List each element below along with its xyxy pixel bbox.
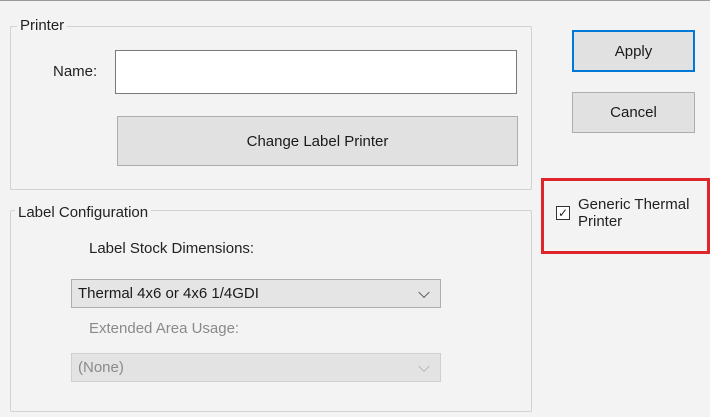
generic-thermal-printer-checkbox[interactable]: ✓	[556, 206, 570, 220]
extended-area-usage-select[interactable]: (None)	[71, 353, 441, 382]
name-label: Name:	[53, 63, 98, 80]
cancel-button[interactable]: Cancel	[572, 92, 695, 133]
label-stock-dimensions-value: Thermal 4x6 or 4x6 1/4GDI	[78, 285, 259, 302]
label-stock-dimensions-label: Label Stock Dimensions:	[89, 240, 255, 257]
printer-group-title: Printer	[17, 17, 68, 34]
chevron-down-icon	[418, 360, 430, 372]
generic-thermal-printer-label[interactable]: Generic Thermal Printer	[578, 196, 708, 230]
extended-area-usage-value: (None)	[78, 359, 124, 376]
printer-name-input[interactable]	[115, 50, 517, 94]
chevron-down-icon	[418, 286, 430, 298]
check-icon: ✓	[557, 206, 569, 220]
extended-area-usage-label: Extended Area Usage:	[89, 320, 240, 337]
apply-button[interactable]: Apply	[572, 30, 695, 72]
label-configuration-title: Label Configuration	[15, 204, 152, 221]
change-label-printer-button[interactable]: Change Label Printer	[117, 116, 518, 166]
label-stock-dimensions-select[interactable]: Thermal 4x6 or 4x6 1/4GDI	[71, 279, 441, 308]
top-border	[0, 0, 710, 1]
